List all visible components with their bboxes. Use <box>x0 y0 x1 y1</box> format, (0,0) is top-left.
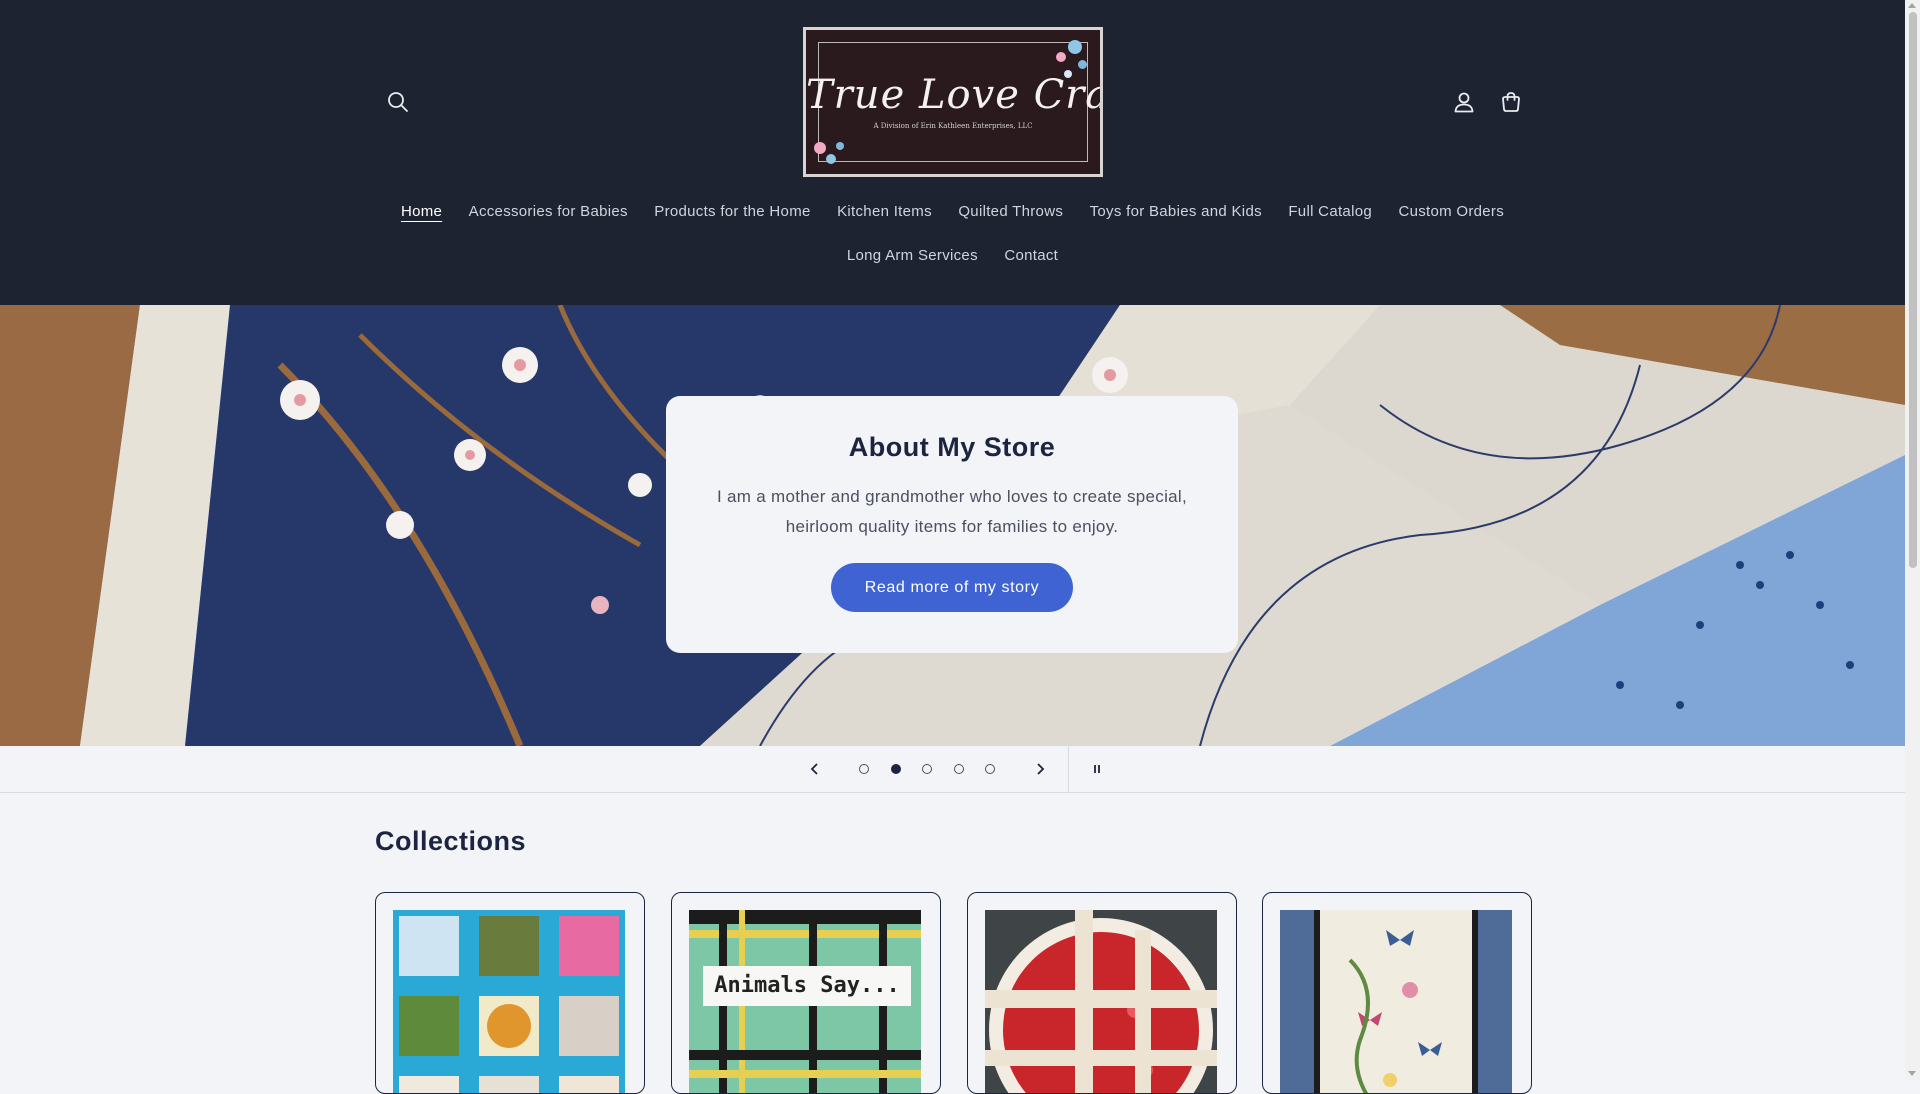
search-icon[interactable] <box>376 80 420 124</box>
slide-dot-4[interactable] <box>954 764 964 774</box>
nav-row: Home Accessories for Babies Products for… <box>0 203 1905 221</box>
collection-image <box>393 910 625 1093</box>
slide-dot-3[interactable] <box>922 764 932 774</box>
nav-item-kitchen-items[interactable]: Kitchen Items <box>837 203 932 220</box>
slide-dot-1[interactable] <box>859 764 869 774</box>
logo-subtitle: A Division of Erin Kathleen Enterprises,… <box>873 122 1033 130</box>
nav-item-home[interactable]: Home <box>401 203 442 220</box>
nav-item-accessories-for-babies[interactable]: Accessories for Babies <box>469 203 628 220</box>
cart-icon[interactable] <box>1489 80 1533 124</box>
slider-divider <box>1068 746 1069 792</box>
scroll-up-arrow-icon[interactable] <box>1908 3 1916 8</box>
hero-text: I am a mother and grandmother who loves … <box>716 487 1188 536</box>
nav-item-contact[interactable]: Contact <box>1004 247 1058 264</box>
scrollbar-thumb[interactable] <box>1909 12 1917 568</box>
logo-flower <box>1078 60 1087 69</box>
logo-title: True Love Crafts <box>806 72 1103 118</box>
hero-content-card: About My Store I am a mother and grandmo… <box>666 396 1238 653</box>
main-nav: Home Accessories for Babies Products for… <box>0 203 1905 293</box>
nav-item-full-catalog[interactable]: Full Catalog <box>1288 203 1372 220</box>
collection-image <box>1280 910 1512 1093</box>
pause-icon[interactable] <box>1082 746 1112 792</box>
store-logo[interactable]: True Love Crafts A Division of Erin Kath… <box>803 27 1103 177</box>
collection-card-cherry-pie-potholder[interactable] <box>967 892 1237 1094</box>
chevron-left-icon[interactable] <box>800 746 830 792</box>
collection-card-butterfly-table-runner[interactable] <box>1262 892 1532 1094</box>
logo-flower <box>836 142 844 150</box>
animals-say-book-image <box>689 910 921 1093</box>
nav-item-toys-for-babies-and-kids[interactable]: Toys for Babies and Kids <box>1090 203 1262 220</box>
collection-image <box>985 910 1217 1093</box>
hero-title: About My Store <box>848 432 1056 462</box>
nav-item-long-arm-services[interactable]: Long Arm Services <box>847 247 978 264</box>
nav-row: Long Arm Services Contact <box>0 247 1905 265</box>
slideshow-controls <box>0 746 1905 793</box>
nav-item-custom-orders[interactable]: Custom Orders <box>1398 203 1504 220</box>
collection-card-animals-say-book[interactable]: Animals Say... <box>671 892 941 1094</box>
animals-say-text: Animals Say... <box>714 973 900 998</box>
page-scrollbar[interactable] <box>1905 0 1920 1080</box>
slide-dot-2[interactable] <box>891 764 901 774</box>
logo-flower <box>826 154 836 164</box>
chevron-right-icon[interactable] <box>1025 746 1055 792</box>
nav-item-products-for-the-home[interactable]: Products for the Home <box>654 203 810 220</box>
site-header: True Love Crafts A Division of Erin Kath… <box>0 0 1905 305</box>
logo-flower <box>1056 52 1066 62</box>
account-icon[interactable] <box>1442 80 1486 124</box>
nav-item-quilted-throws[interactable]: Quilted Throws <box>958 203 1063 220</box>
baby-quilt-image <box>393 910 625 1093</box>
logo-flower <box>814 142 826 154</box>
cherry-pie-image <box>985 910 1217 1093</box>
slide-dot-5[interactable] <box>985 764 995 774</box>
hero-slideshow: About My Store I am a mother and grandmo… <box>0 305 1905 746</box>
logo-flower <box>1068 40 1082 54</box>
read-story-button[interactable]: Read more of my story <box>831 563 1073 612</box>
butterfly-runner-image <box>1280 910 1512 1093</box>
collections-heading: Collections <box>375 826 527 856</box>
collection-card-baby-quilt[interactable] <box>375 892 645 1094</box>
collection-image: Animals Say... <box>689 910 921 1093</box>
scroll-down-arrow-icon[interactable] <box>1908 1071 1916 1076</box>
